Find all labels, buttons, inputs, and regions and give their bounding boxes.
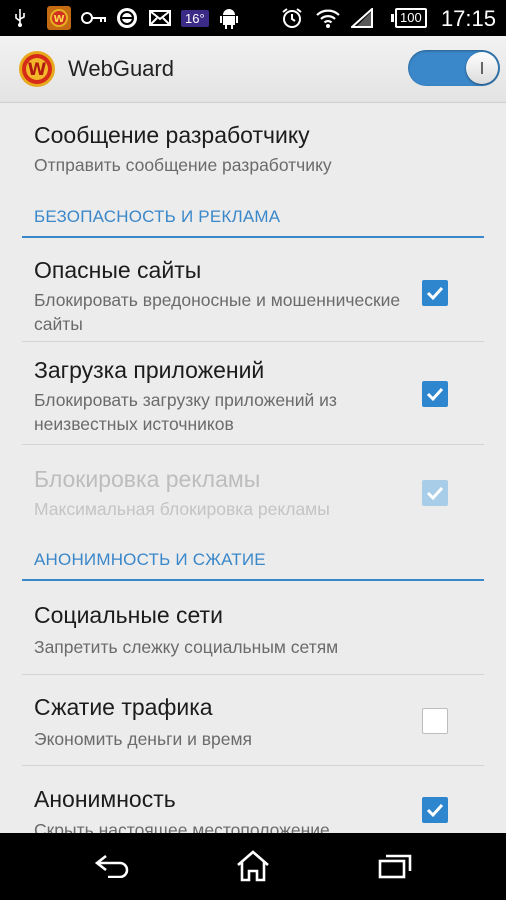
item-subtitle: Максимальная блокировка рекламы [34,499,330,519]
item-subtitle: Блокировать загрузку приложений из неизв… [34,390,337,434]
battery-icon: 100 [391,8,427,28]
section-header-security: БЕЗОПАСНОСТЬ И РЕКЛАМА [34,207,281,226]
navigation-bar [0,833,506,900]
divider [22,341,484,342]
check-icon [426,286,444,301]
item-title: Анонимность [34,786,176,812]
check-icon [426,486,444,501]
action-bar: W WebGuard [0,36,506,103]
check-icon [426,387,444,402]
back-icon[interactable] [92,849,132,883]
recent-apps-icon[interactable] [375,849,415,883]
traffic-compression-item[interactable]: Сжатие трафика Экономить деньги и время [0,676,506,764]
developer-message-item[interactable]: Сообщение разработчику Отправить сообщен… [0,103,506,198]
home-icon[interactable] [233,849,273,883]
item-title: Социальные сети [34,602,223,628]
app-title: WebGuard [68,56,174,81]
item-title: Загрузка приложений [34,357,265,383]
social-networks-item[interactable]: Социальные сети Запретить слежку социаль… [0,583,506,673]
app-downloads-item[interactable]: Загрузка приложений Блокировать загрузку… [0,343,506,443]
svg-text:W: W [53,14,64,25]
ad-blocking-checkbox [422,480,448,506]
webguard-notification-icon: W [46,6,72,30]
app-downloads-checkbox[interactable] [422,381,448,407]
section-divider [22,236,484,238]
android-icon [218,8,240,29]
item-title: Блокировка рекламы [34,466,261,492]
temperature-badge: 16° [181,8,209,28]
key-icon [80,8,108,28]
check-icon [426,803,444,818]
item-subtitle: Запретить слежку социальным сетям [34,637,339,657]
section-divider [22,579,484,581]
item-subtitle: Экономить деньги и время [34,729,253,749]
section-header-anonymity: АНОНИМНОСТЬ И СЖАТИЕ [34,550,266,569]
toggle-knob[interactable] [466,52,498,84]
dangerous-sites-checkbox[interactable] [422,280,448,306]
clock: 17:15 [440,6,496,31]
traffic-compression-checkbox[interactable] [422,708,448,734]
divider [22,674,484,675]
webguard-logo-icon: W [18,50,56,88]
item-title: Опасные сайты [34,257,202,283]
sync-icon [115,8,139,28]
dangerous-sites-item[interactable]: Опасные сайты Блокировать вредоносные и … [0,239,506,339]
item-title: Сообщение разработчику [34,122,310,148]
item-title: Сжатие трафика [34,694,213,720]
protection-toggle[interactable] [408,50,500,86]
wifi-icon [314,8,342,28]
divider [22,765,484,766]
divider [22,444,484,445]
anonymity-item[interactable]: Анонимность Скрыть настоящее местоположе… [0,767,506,833]
status-bar: W 16° 100 17:15 [0,0,506,36]
item-subtitle: Скрыть настоящее местоположение [34,820,330,833]
item-subtitle: Отправить сообщение разработчику [34,155,332,175]
alarm-icon [280,8,304,28]
signal-icon [350,8,374,28]
ad-blocking-item: Блокировка рекламы Максимальная блокиров… [0,446,506,526]
anonymity-checkbox[interactable] [422,797,448,823]
mail-icon [148,8,172,28]
svg-text:W: W [28,60,47,80]
usb-icon [12,8,28,28]
settings-list[interactable]: Сообщение разработчику Отправить сообщен… [0,103,506,833]
item-subtitle: Блокировать вредоносные и мошеннические … [34,290,401,334]
